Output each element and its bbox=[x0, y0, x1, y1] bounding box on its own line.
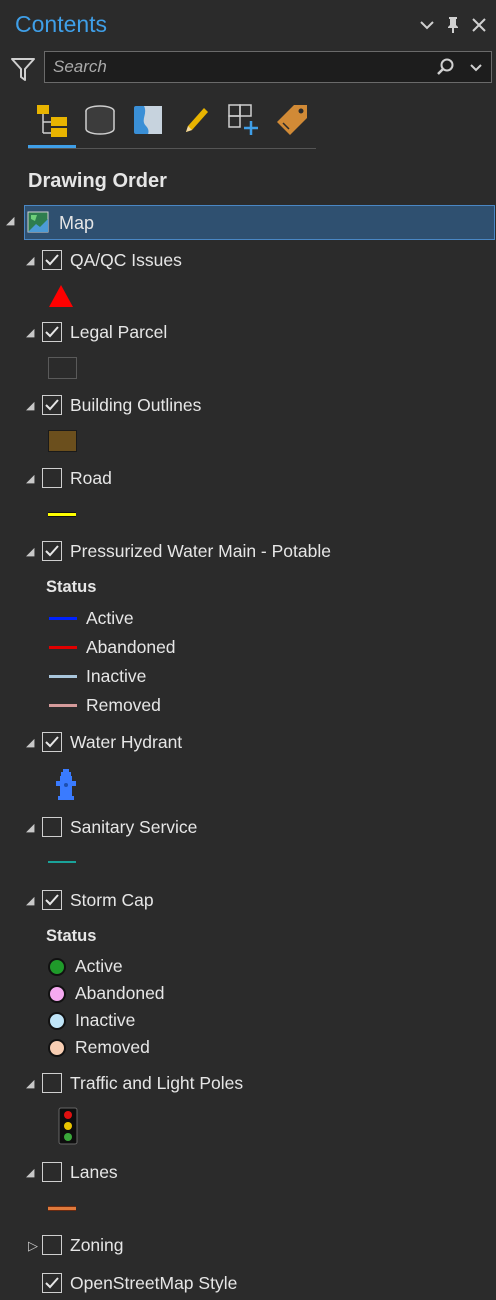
chevron-down-icon[interactable] bbox=[465, 56, 487, 78]
collapse-arrow-icon[interactable]: ◢ bbox=[26, 821, 34, 834]
water-main-checkbox[interactable] bbox=[42, 541, 62, 561]
close-icon[interactable] bbox=[467, 12, 491, 38]
layer-label-osm: OpenStreetMap Style bbox=[70, 1273, 238, 1293]
map-row[interactable] bbox=[24, 205, 495, 240]
line-symbol-icon bbox=[48, 1206, 76, 1211]
collapse-arrow-icon[interactable]: ◢ bbox=[26, 736, 34, 749]
legend-label: Abandoned bbox=[86, 637, 176, 657]
snapping-icon[interactable] bbox=[224, 100, 264, 140]
triangle-symbol-icon bbox=[48, 284, 74, 313]
legend-label: Inactive bbox=[86, 666, 147, 686]
legend-label: Removed bbox=[86, 695, 161, 715]
layer-label-lanes: Lanes bbox=[70, 1162, 118, 1182]
collapse-arrow-icon[interactable]: ◢ bbox=[26, 472, 34, 485]
line-symbol-icon bbox=[49, 646, 77, 649]
layer-label-poles: Traffic and Light Poles bbox=[70, 1073, 244, 1093]
layer-label-qaqc: QA/QC Issues bbox=[70, 250, 182, 270]
layer-label-storm-cap: Storm Cap bbox=[70, 890, 154, 910]
drawing-order-icon[interactable] bbox=[32, 100, 72, 140]
point-symbol-icon bbox=[48, 1039, 66, 1057]
sanitary-checkbox[interactable] bbox=[42, 817, 62, 837]
lanes-checkbox[interactable] bbox=[42, 1162, 62, 1182]
line-symbol-icon bbox=[49, 675, 77, 678]
legend-label: Active bbox=[75, 956, 123, 976]
contents-toolbar bbox=[28, 96, 316, 149]
polygon-fill-symbol-icon bbox=[48, 430, 77, 452]
labeling-icon[interactable] bbox=[272, 100, 312, 140]
search-box bbox=[44, 51, 492, 83]
filter-icon[interactable] bbox=[9, 55, 37, 83]
line-symbol-icon bbox=[48, 512, 76, 517]
search-icon[interactable] bbox=[435, 56, 457, 78]
chevron-down-icon[interactable] bbox=[415, 12, 439, 38]
road-checkbox[interactable] bbox=[42, 468, 62, 488]
buildings-checkbox[interactable] bbox=[42, 395, 62, 415]
line-symbol-icon bbox=[48, 861, 76, 863]
collapse-arrow-icon[interactable]: ◢ bbox=[6, 214, 14, 227]
data-source-icon[interactable] bbox=[80, 100, 120, 140]
layer-label-road: Road bbox=[70, 468, 112, 488]
panel-title: Contents bbox=[15, 11, 108, 37]
collapse-arrow-icon[interactable]: ◢ bbox=[26, 545, 34, 558]
map-label: Map bbox=[59, 213, 95, 233]
map-icon bbox=[27, 211, 49, 233]
poles-checkbox[interactable] bbox=[42, 1073, 62, 1093]
collapse-arrow-icon[interactable]: ◢ bbox=[26, 894, 34, 907]
hydrant-checkbox[interactable] bbox=[42, 732, 62, 752]
osm-checkbox[interactable] bbox=[42, 1273, 62, 1293]
panel-title-bar: Contents bbox=[0, 0, 496, 50]
parcel-checkbox[interactable] bbox=[42, 322, 62, 342]
layer-label-zoning: Zoning bbox=[70, 1235, 124, 1255]
legend-label: Abandoned bbox=[75, 983, 165, 1003]
point-symbol-icon bbox=[48, 985, 66, 1003]
selection-icon[interactable] bbox=[128, 100, 168, 140]
layer-label-parcel: Legal Parcel bbox=[70, 322, 168, 342]
editing-icon[interactable] bbox=[176, 100, 216, 140]
hydrant-icon bbox=[55, 767, 77, 806]
layer-label-hydrant: Water Hydrant bbox=[70, 732, 183, 752]
collapse-arrow-icon[interactable]: ◢ bbox=[26, 1166, 34, 1179]
line-symbol-icon bbox=[49, 704, 77, 707]
active-tab-indicator bbox=[28, 145, 76, 148]
legend-label: Inactive bbox=[75, 1010, 136, 1030]
qaqc-checkbox[interactable] bbox=[42, 250, 62, 270]
collapse-arrow-icon[interactable]: ◢ bbox=[26, 326, 34, 339]
pin-icon[interactable] bbox=[441, 12, 465, 38]
collapse-arrow-icon[interactable]: ◢ bbox=[26, 399, 34, 412]
storm-cap-checkbox[interactable] bbox=[42, 890, 62, 910]
search-input[interactable] bbox=[45, 52, 425, 82]
layer-label-sanitary: Sanitary Service bbox=[70, 817, 198, 837]
traffic-light-icon bbox=[57, 1107, 79, 1150]
collapse-arrow-icon[interactable]: ◢ bbox=[26, 1077, 34, 1090]
legend-label: Active bbox=[86, 608, 134, 628]
expand-arrow-icon[interactable]: ▷ bbox=[28, 1238, 38, 1254]
zoning-checkbox[interactable] bbox=[42, 1235, 62, 1255]
polygon-outline-symbol-icon bbox=[48, 357, 77, 379]
layer-label-buildings: Building Outlines bbox=[70, 395, 202, 415]
layer-label-water-main: Pressurized Water Main - Potable bbox=[70, 541, 331, 561]
collapse-arrow-icon[interactable]: ◢ bbox=[26, 254, 34, 267]
legend-label: Removed bbox=[75, 1037, 150, 1057]
point-symbol-icon bbox=[48, 1012, 66, 1030]
line-symbol-icon bbox=[49, 617, 77, 620]
status-heading: Status bbox=[46, 927, 97, 945]
drawing-order-heading: Drawing Order bbox=[28, 170, 167, 192]
point-symbol-icon bbox=[48, 958, 66, 976]
status-heading: Status bbox=[46, 578, 97, 596]
